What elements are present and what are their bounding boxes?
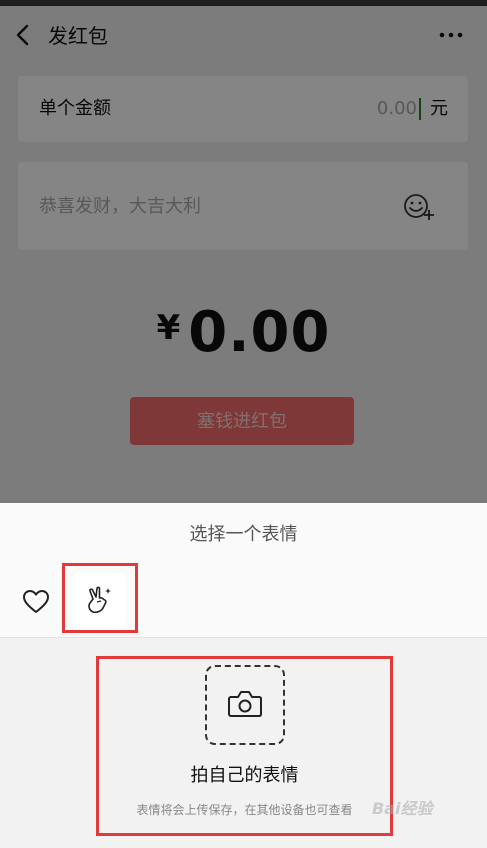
dim-overlay[interactable]	[0, 0, 487, 503]
capture-note: 表情将会上传保存，在其他设备也可查看	[136, 803, 353, 817]
camera-icon	[228, 691, 262, 717]
camera-button[interactable]	[205, 665, 285, 745]
sheet-title: 选择一个表情	[189, 524, 298, 545]
victory-hand-sparkle-icon	[88, 586, 111, 614]
sticker-picker-header: 选择一个表情	[0, 503, 487, 638]
capture-title: 拍自己的表情	[190, 765, 299, 786]
capture-own-sticker[interactable]: 拍自己的表情 表情将会上传保存，在其他设备也可查看	[96, 656, 393, 836]
emoji-tile-selected[interactable]	[72, 573, 126, 627]
heart-icon[interactable]	[22, 589, 50, 615]
watermark: Bai经验	[372, 799, 433, 818]
